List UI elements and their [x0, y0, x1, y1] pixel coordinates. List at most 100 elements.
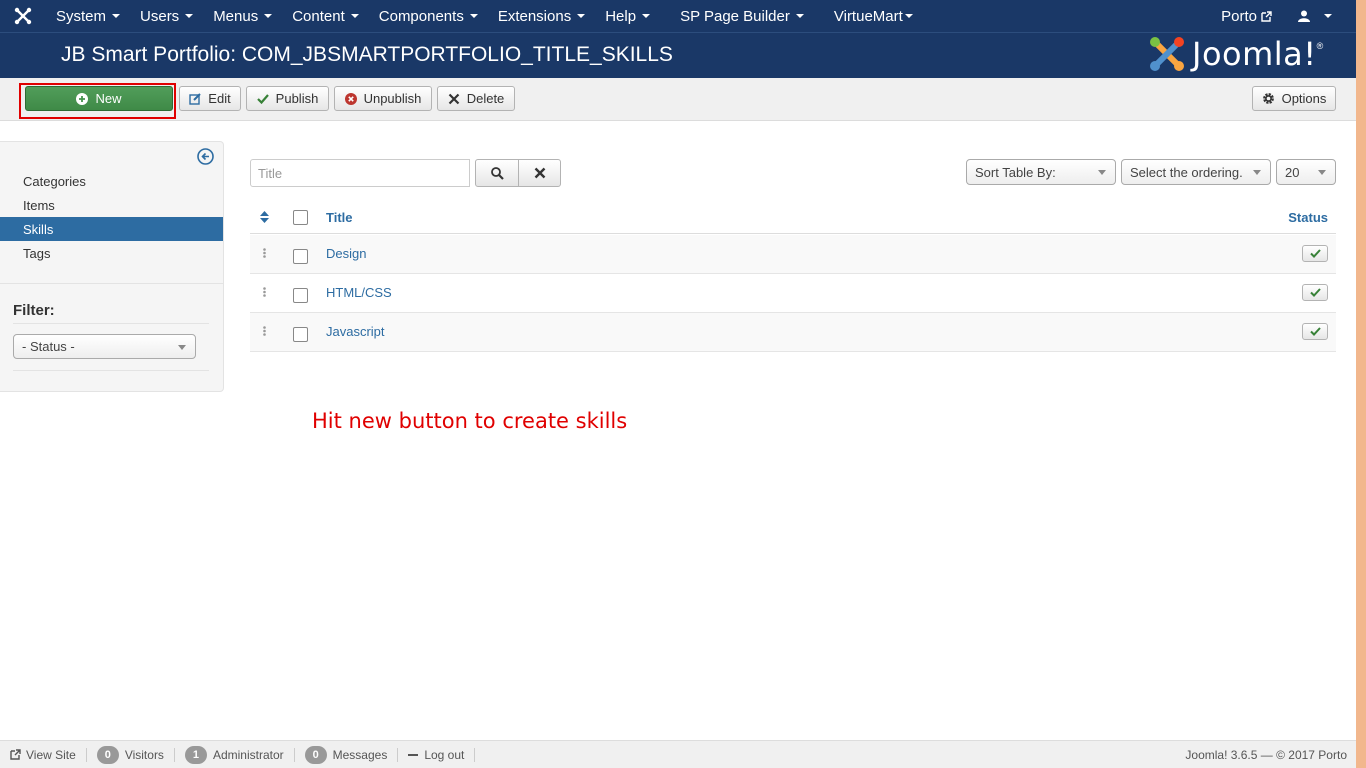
delete-button-label: Delete — [466, 91, 505, 106]
status-toggle-button[interactable] — [1302, 323, 1328, 340]
menu-sp-page-builder-label: SP Page Builder — [680, 7, 790, 25]
chevron-down-icon — [904, 14, 913, 18]
status-toggle-button[interactable] — [1302, 245, 1328, 262]
menu-help[interactable]: Help — [595, 0, 660, 32]
collapse-sidebar-icon[interactable] — [197, 148, 214, 168]
copyright-text: Joomla! 3.6.5 — © 2017 Porto — [1185, 747, 1347, 762]
sidebar-item-categories[interactable]: Categories — [0, 169, 223, 193]
chevron-down-icon — [1098, 170, 1106, 175]
menu-virtuemart[interactable]: VirtueMart — [814, 0, 923, 32]
user-menu[interactable] — [1282, 0, 1356, 32]
check-icon — [1309, 327, 1321, 336]
row-title-link[interactable]: Javascript — [326, 324, 385, 339]
sidebar-item-skills[interactable]: Skills — [0, 217, 223, 241]
search-button[interactable] — [475, 159, 519, 187]
sidebar-item-label: Categories — [23, 173, 86, 189]
menu-extensions[interactable]: Extensions — [488, 0, 595, 32]
sidebar-divider — [0, 283, 223, 284]
delete-button[interactable]: Delete — [437, 86, 515, 111]
messages-indicator[interactable]: 0 Messages — [295, 745, 399, 764]
drag-handle-icon[interactable] — [263, 324, 266, 336]
table-row: Design — [250, 235, 1336, 274]
check-icon — [1309, 288, 1321, 297]
table-row: HTML/CSS — [250, 274, 1336, 313]
chevron-down-icon — [1318, 170, 1326, 175]
unpublish-button[interactable]: Unpublish — [334, 86, 432, 111]
close-icon — [534, 167, 546, 179]
table-row: Javascript — [250, 313, 1336, 352]
row-title-link[interactable]: HTML/CSS — [326, 285, 392, 300]
select-all-checkbox[interactable] — [293, 210, 308, 225]
menu-extensions-label: Extensions — [497, 7, 572, 25]
menu-content[interactable]: Content — [282, 0, 369, 32]
check-icon — [1309, 249, 1321, 258]
drag-handle-icon[interactable] — [263, 285, 266, 297]
sort-table-select[interactable]: Sort Table By: — [966, 159, 1116, 185]
user-icon — [1298, 10, 1310, 22]
logout-link[interactable]: Log out — [398, 747, 476, 762]
edit-button[interactable]: Edit — [179, 86, 241, 111]
tutorial-annotation: Hit new button to create skills — [312, 409, 628, 433]
publish-button[interactable]: Publish — [246, 86, 329, 111]
filter-divider — [13, 323, 209, 324]
status-filter-select[interactable]: - Status - — [13, 334, 196, 359]
messages-label: Messages — [332, 747, 388, 762]
options-button[interactable]: Options — [1252, 86, 1336, 111]
menu-menus[interactable]: Menus — [203, 0, 282, 32]
menu-components[interactable]: Components — [369, 0, 488, 32]
list-limit-select[interactable]: 20 — [1276, 159, 1336, 185]
edit-button-label: Edit — [208, 91, 231, 106]
menu-menus-label: Menus — [213, 7, 259, 25]
check-icon — [256, 93, 269, 105]
status-bar: View Site 0 Visitors 1 Administrator 0 M… — [0, 740, 1356, 768]
visitors-indicator[interactable]: 0 Visitors — [87, 745, 175, 764]
column-title-header[interactable]: Title — [326, 210, 353, 225]
menu-sp-page-builder[interactable]: SP Page Builder — [660, 0, 814, 32]
visitors-label: Visitors — [124, 747, 164, 762]
menu-users[interactable]: Users — [130, 0, 203, 32]
view-site-link[interactable]: View Site — [0, 747, 87, 762]
column-status-header[interactable]: Status — [1288, 210, 1328, 225]
site-link-label: Porto — [1221, 7, 1257, 25]
page-header: JB Smart Portfolio: COM_JBSMARTPORTFOLIO… — [0, 32, 1356, 78]
page-title: JB Smart Portfolio: COM_JBSMARTPORTFOLIO… — [61, 43, 673, 66]
chevron-down-icon — [112, 14, 121, 18]
status-toggle-button[interactable] — [1302, 284, 1328, 301]
ordering-sort-icon[interactable] — [260, 211, 269, 223]
admin-top-nav: System Users Menus Content Components Ex… — [0, 0, 1356, 32]
row-title-link[interactable]: Design — [326, 246, 366, 261]
unpublish-button-label: Unpublish — [363, 91, 422, 106]
delete-icon — [448, 93, 460, 105]
unpublish-icon — [344, 92, 357, 105]
chevron-down-icon — [350, 14, 359, 18]
site-link[interactable]: Porto — [1211, 0, 1282, 32]
chevron-down-icon — [264, 14, 273, 18]
row-checkbox[interactable] — [293, 249, 308, 264]
sort-table-value: Sort Table By: — [975, 164, 1056, 180]
gear-icon — [1262, 92, 1275, 105]
page-scrollbar[interactable] — [1356, 0, 1366, 768]
menu-help-label: Help — [605, 7, 637, 25]
administrator-indicator[interactable]: 1 Administrator — [175, 745, 295, 764]
ordering-select[interactable]: Select the ordering. — [1121, 159, 1271, 185]
drag-handle-icon[interactable] — [263, 246, 266, 258]
toolbar: New Edit Publish Unpublish Delete Option… — [0, 78, 1356, 121]
chevron-down-icon — [178, 345, 186, 350]
chevron-down-icon — [642, 14, 651, 18]
joomla-logo-icon[interactable] — [0, 0, 46, 32]
row-checkbox[interactable] — [293, 327, 308, 342]
joomla-brand-text: Joomla! — [1192, 35, 1317, 73]
external-link-icon — [1261, 10, 1272, 22]
search-input[interactable]: Title — [250, 159, 470, 187]
sidebar-item-label: Skills — [23, 221, 54, 237]
chevron-down-icon — [1324, 14, 1332, 18]
clear-search-button[interactable] — [518, 159, 561, 187]
new-button-highlight — [19, 83, 176, 119]
sidebar-item-items[interactable]: Items — [0, 193, 223, 217]
minus-icon — [408, 753, 419, 756]
sidebar-item-tags[interactable]: Tags — [0, 241, 223, 265]
menu-system[interactable]: System — [46, 0, 130, 32]
joomla-brand-icon — [1148, 35, 1186, 73]
menu-system-label: System — [56, 7, 107, 25]
row-checkbox[interactable] — [293, 288, 308, 303]
